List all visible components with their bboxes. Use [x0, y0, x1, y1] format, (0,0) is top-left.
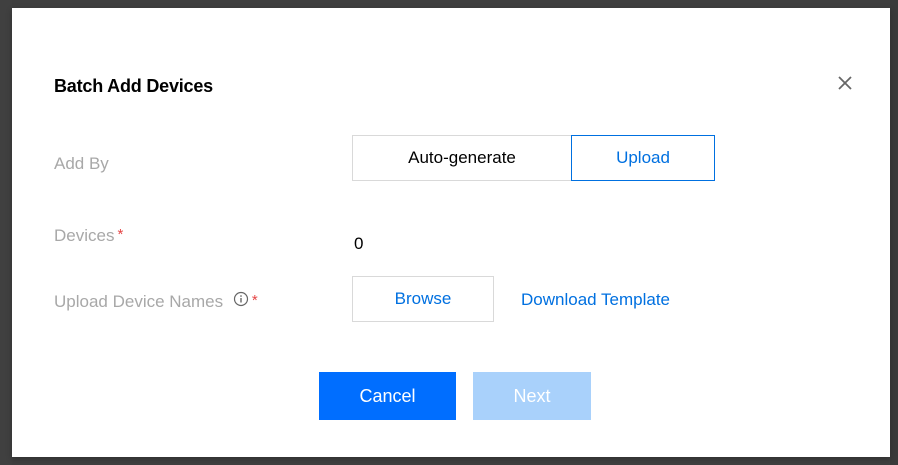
- required-mark: *: [117, 226, 124, 243]
- dialog-title: Batch Add Devices: [54, 76, 213, 96]
- required-mark: *: [251, 292, 258, 309]
- devices-label-text: Devices: [54, 226, 115, 245]
- devices-count: 0: [354, 234, 364, 253]
- add-by-label: Add By: [54, 154, 109, 173]
- info-icon[interactable]: [233, 291, 249, 312]
- close-icon: [838, 76, 852, 90]
- upload-device-names-label-text: Upload Device Names: [54, 292, 224, 311]
- next-button[interactable]: Next: [473, 372, 591, 420]
- batch-add-devices-dialog: Batch Add Devices Add By Auto-generate U…: [12, 8, 890, 457]
- auto-generate-option[interactable]: Auto-generate: [352, 135, 571, 181]
- add-by-segmented-control: Auto-generate Upload: [352, 135, 715, 181]
- cancel-button[interactable]: Cancel: [319, 372, 456, 420]
- close-button[interactable]: [832, 70, 858, 96]
- backdrop: [0, 0, 12, 465]
- backdrop: [890, 0, 898, 465]
- browse-button[interactable]: Browse: [352, 276, 494, 322]
- download-template-link[interactable]: Download Template: [521, 290, 670, 310]
- upload-option[interactable]: Upload: [571, 135, 715, 181]
- devices-label: Devices *: [54, 226, 123, 246]
- upload-device-names-label: Upload Device Names *: [54, 291, 258, 312]
